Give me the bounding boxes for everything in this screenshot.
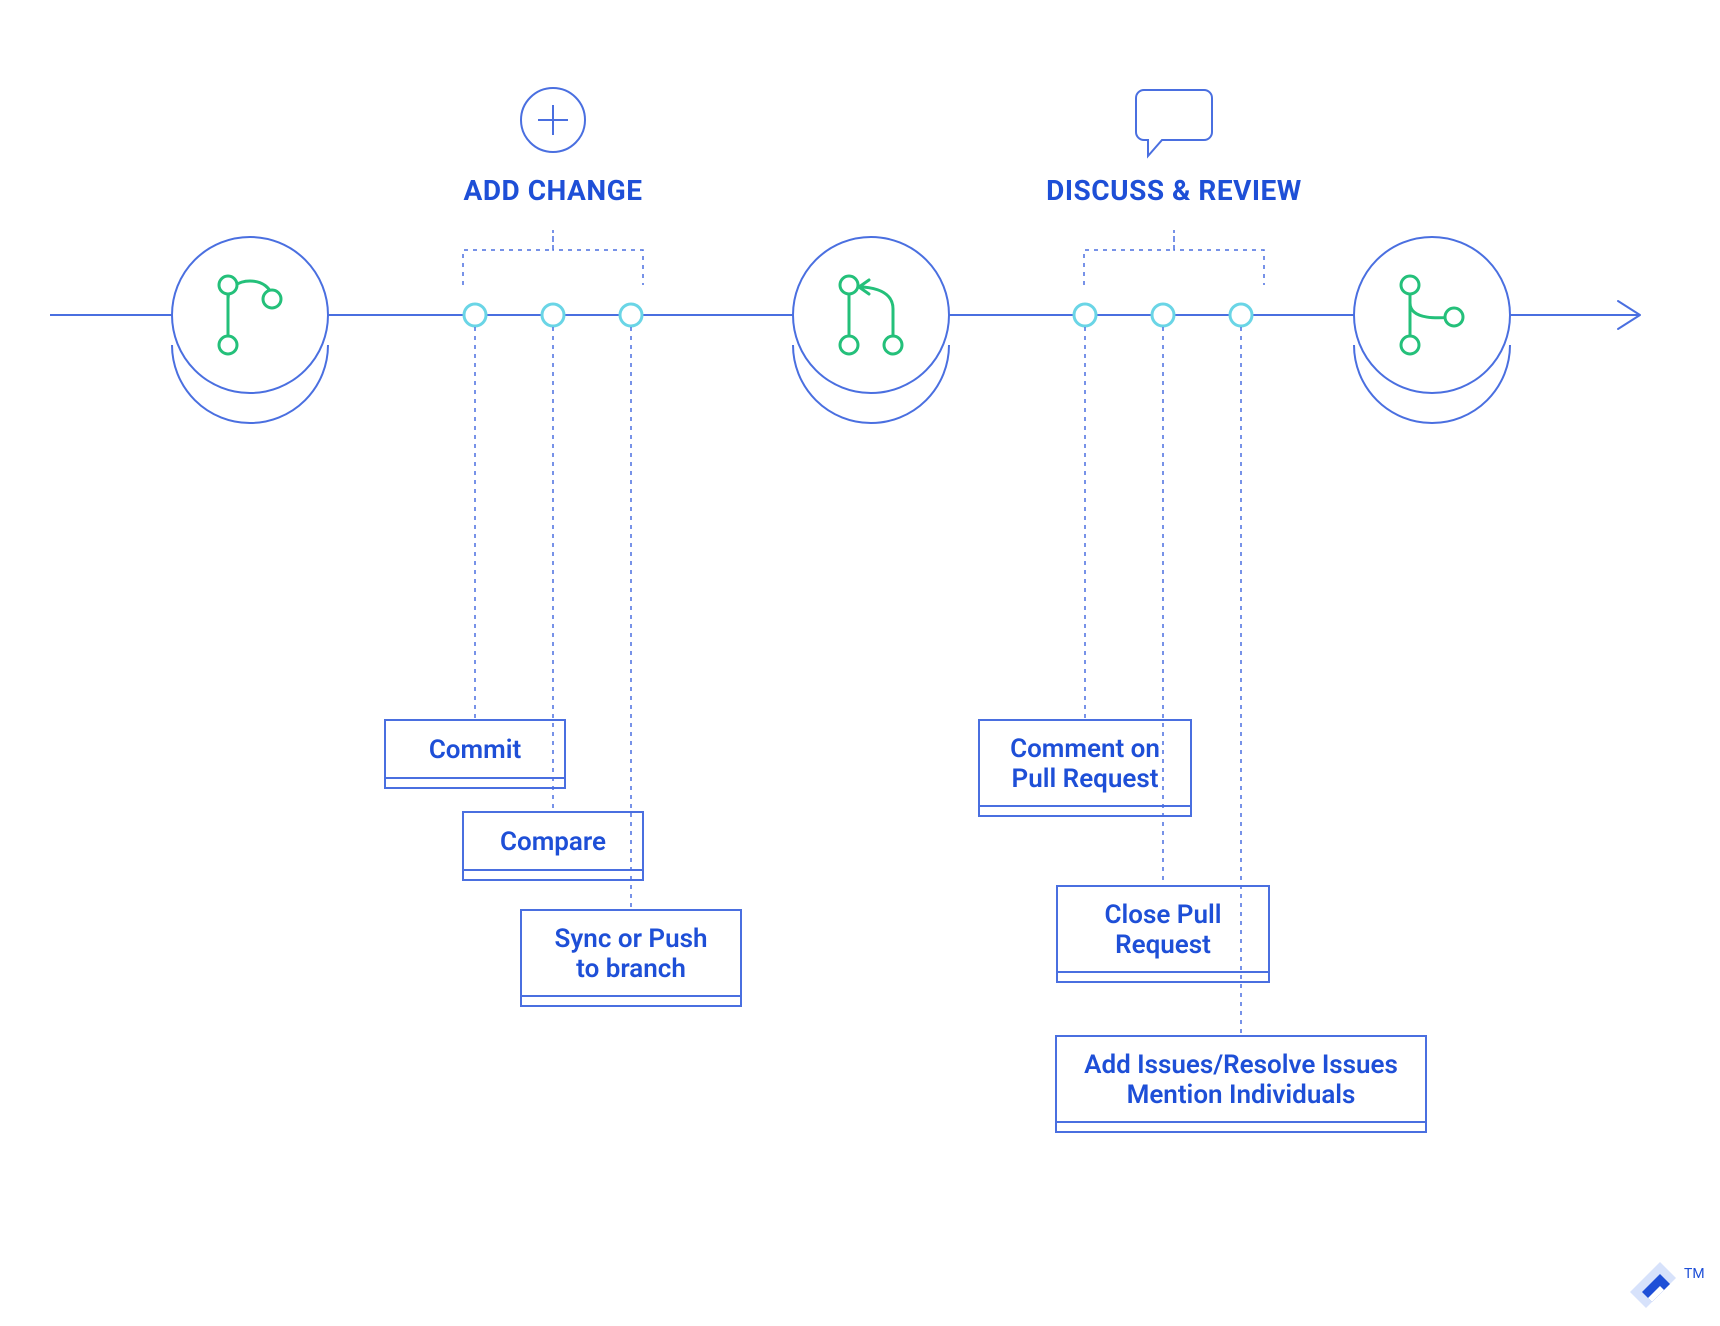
box-label: Comment on bbox=[1010, 734, 1160, 764]
compare-dot bbox=[542, 304, 564, 326]
box-comment-pr: Comment onPull Request bbox=[979, 720, 1191, 816]
node-merge bbox=[1354, 237, 1510, 423]
issues-dot bbox=[1230, 304, 1252, 326]
stage-add_change: ADD CHANGE bbox=[463, 88, 643, 285]
sync-dot bbox=[620, 304, 642, 326]
box-sync: Sync or Pushto branch bbox=[521, 910, 741, 1006]
box-compare: Compare bbox=[463, 812, 643, 880]
comment-icon bbox=[1136, 90, 1212, 156]
toptal-logo: TM bbox=[1630, 1262, 1705, 1308]
box-label: Compare bbox=[500, 827, 606, 857]
box-label: Add Issues/Resolve Issues bbox=[1084, 1050, 1398, 1080]
node-open-pr bbox=[793, 237, 949, 423]
stage-bracket bbox=[1084, 230, 1264, 285]
workflow-diagram: ADD CHANGE DISCUSS & REVIEW Commit Compare S… bbox=[0, 0, 1720, 1326]
stage-bracket bbox=[463, 230, 643, 285]
box-label: Mention Individuals bbox=[1127, 1080, 1356, 1110]
box-label: Commit bbox=[429, 735, 522, 765]
commit-dot bbox=[464, 304, 486, 326]
box-label: Pull Request bbox=[1012, 764, 1159, 794]
box-commit: Commit bbox=[385, 720, 565, 788]
comment-dot bbox=[1074, 304, 1096, 326]
box-issues: Add Issues/Resolve IssuesMention Individ… bbox=[1056, 1036, 1426, 1132]
stage-discuss_review: DISCUSS & REVIEW bbox=[1046, 90, 1302, 285]
box-label: to branch bbox=[576, 954, 686, 984]
stage-title: ADD CHANGE bbox=[464, 174, 643, 207]
trademark: TM bbox=[1684, 1266, 1705, 1282]
stage-title: DISCUSS & REVIEW bbox=[1046, 174, 1302, 207]
box-label: Close Pull bbox=[1105, 900, 1222, 930]
node-create-branch bbox=[172, 237, 328, 423]
close-pr-dot bbox=[1152, 304, 1174, 326]
box-label: Sync or Push bbox=[555, 924, 708, 954]
box-label: Request bbox=[1115, 930, 1211, 960]
box-close-pr: Close PullRequest bbox=[1057, 886, 1269, 982]
